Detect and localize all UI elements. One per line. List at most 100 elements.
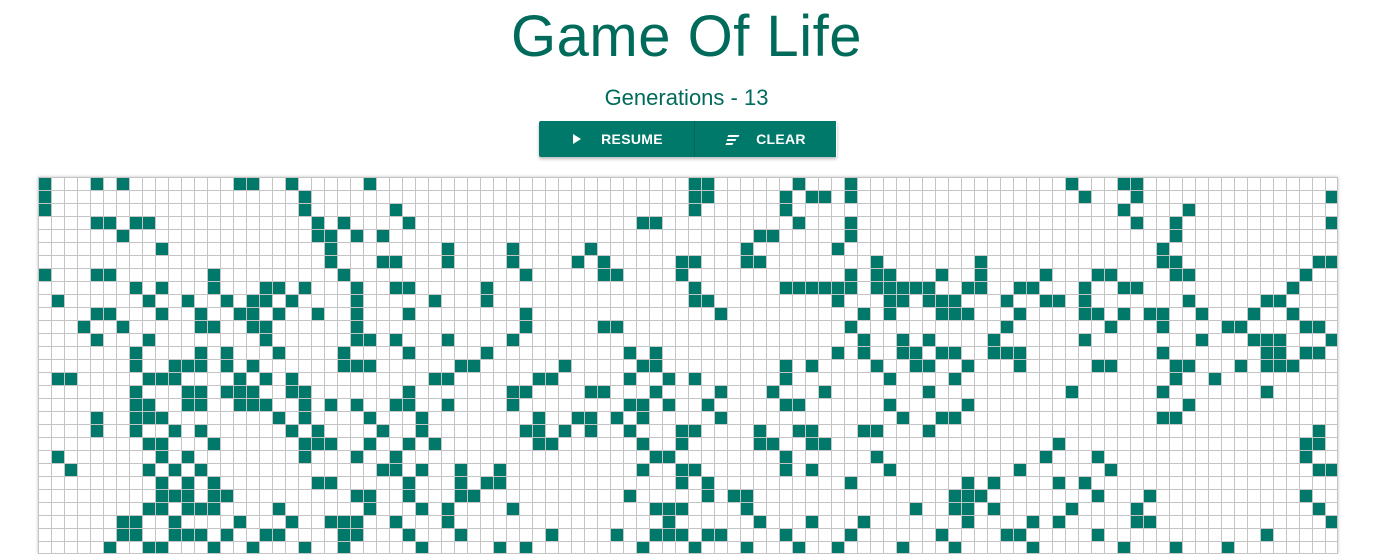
live-cell[interactable]: [987, 333, 1000, 346]
live-cell[interactable]: [454, 359, 467, 372]
live-cell[interactable]: [1000, 294, 1013, 307]
live-cell[interactable]: [688, 203, 701, 216]
live-cell[interactable]: [480, 294, 493, 307]
live-cell[interactable]: [129, 216, 142, 229]
live-cell[interactable]: [688, 190, 701, 203]
live-cell[interactable]: [324, 515, 337, 528]
live-cell[interactable]: [142, 541, 155, 554]
live-cell[interactable]: [1299, 489, 1312, 502]
live-cell[interactable]: [948, 541, 961, 554]
live-cell[interactable]: [415, 502, 428, 515]
live-cell[interactable]: [155, 242, 168, 255]
live-cell[interactable]: [350, 528, 363, 541]
live-cell[interactable]: [220, 359, 233, 372]
live-cell[interactable]: [246, 320, 259, 333]
live-cell[interactable]: [818, 281, 831, 294]
live-cell[interactable]: [246, 177, 259, 190]
live-cell[interactable]: [1312, 320, 1325, 333]
live-cell[interactable]: [545, 528, 558, 541]
live-cell[interactable]: [168, 359, 181, 372]
live-cell[interactable]: [857, 515, 870, 528]
live-cell[interactable]: [844, 229, 857, 242]
live-cell[interactable]: [337, 359, 350, 372]
live-cell[interactable]: [285, 515, 298, 528]
live-cell[interactable]: [818, 190, 831, 203]
live-cell[interactable]: [220, 489, 233, 502]
live-cell[interactable]: [1130, 515, 1143, 528]
live-cell[interactable]: [675, 476, 688, 489]
live-cell[interactable]: [844, 476, 857, 489]
live-cell[interactable]: [1312, 502, 1325, 515]
live-cell[interactable]: [324, 476, 337, 489]
live-cell[interactable]: [714, 385, 727, 398]
live-cell[interactable]: [454, 489, 467, 502]
live-cell[interactable]: [805, 281, 818, 294]
live-cell[interactable]: [90, 424, 103, 437]
live-cell[interactable]: [233, 372, 246, 385]
live-cell[interactable]: [246, 307, 259, 320]
live-cell[interactable]: [207, 476, 220, 489]
live-cell[interactable]: [662, 502, 675, 515]
live-cell[interactable]: [1065, 177, 1078, 190]
live-cell[interactable]: [558, 359, 571, 372]
live-cell[interactable]: [298, 437, 311, 450]
live-cell[interactable]: [506, 255, 519, 268]
live-cell[interactable]: [1117, 203, 1130, 216]
live-cell[interactable]: [181, 294, 194, 307]
live-cell[interactable]: [298, 203, 311, 216]
live-cell[interactable]: [961, 281, 974, 294]
live-cell[interactable]: [194, 502, 207, 515]
live-cell[interactable]: [532, 372, 545, 385]
live-cell[interactable]: [168, 463, 181, 476]
live-cell[interactable]: [896, 346, 909, 359]
live-cell[interactable]: [792, 424, 805, 437]
live-cell[interactable]: [129, 346, 142, 359]
live-cell[interactable]: [415, 411, 428, 424]
live-cell[interactable]: [1156, 307, 1169, 320]
live-cell[interactable]: [779, 450, 792, 463]
live-cell[interactable]: [519, 307, 532, 320]
live-cell[interactable]: [1065, 502, 1078, 515]
live-cell[interactable]: [129, 281, 142, 294]
live-cell[interactable]: [454, 528, 467, 541]
live-cell[interactable]: [831, 541, 844, 554]
live-cell[interactable]: [246, 359, 259, 372]
live-cell[interactable]: [363, 502, 376, 515]
live-cell[interactable]: [181, 398, 194, 411]
live-cell[interactable]: [675, 255, 688, 268]
live-cell[interactable]: [350, 307, 363, 320]
live-cell[interactable]: [155, 502, 168, 515]
live-cell[interactable]: [987, 476, 1000, 489]
live-cell[interactable]: [1169, 359, 1182, 372]
live-cell[interactable]: [1091, 307, 1104, 320]
live-cell[interactable]: [753, 229, 766, 242]
live-cell[interactable]: [1039, 450, 1052, 463]
live-cell[interactable]: [285, 177, 298, 190]
live-cell[interactable]: [740, 541, 753, 554]
live-cell[interactable]: [402, 437, 415, 450]
live-cell[interactable]: [922, 359, 935, 372]
live-cell[interactable]: [1169, 255, 1182, 268]
live-cell[interactable]: [961, 489, 974, 502]
live-cell[interactable]: [636, 437, 649, 450]
live-cell[interactable]: [272, 528, 285, 541]
live-cell[interactable]: [415, 541, 428, 554]
live-cell[interactable]: [714, 411, 727, 424]
live-cell[interactable]: [480, 346, 493, 359]
live-cell[interactable]: [831, 294, 844, 307]
live-cell[interactable]: [974, 281, 987, 294]
live-cell[interactable]: [233, 177, 246, 190]
live-cell[interactable]: [1312, 424, 1325, 437]
live-cell[interactable]: [675, 502, 688, 515]
live-cell[interactable]: [935, 307, 948, 320]
live-cell[interactable]: [857, 346, 870, 359]
live-cell[interactable]: [116, 515, 129, 528]
live-cell[interactable]: [441, 398, 454, 411]
live-cell[interactable]: [116, 177, 129, 190]
live-cell[interactable]: [883, 307, 896, 320]
live-cell[interactable]: [38, 268, 51, 281]
live-cell[interactable]: [1104, 359, 1117, 372]
live-cell[interactable]: [389, 450, 402, 463]
live-cell[interactable]: [506, 333, 519, 346]
live-cell[interactable]: [181, 385, 194, 398]
